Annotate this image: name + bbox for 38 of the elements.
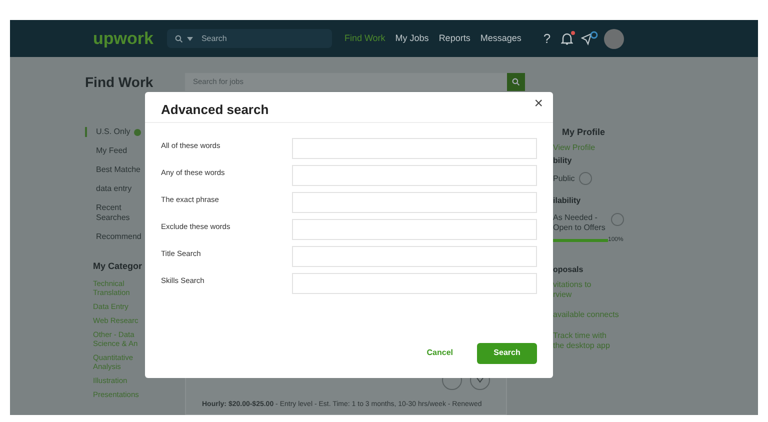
sidebar-item[interactable]: Recent Searches	[85, 203, 147, 223]
section-title: My Categor	[92, 260, 144, 273]
search-bar[interactable]: Search	[167, 29, 332, 48]
availability-value: As Needed - Open to Offers	[553, 213, 606, 233]
input-field[interactable]	[292, 246, 537, 267]
nav-link[interactable]: My Jobs	[395, 32, 429, 46]
help-link[interactable]: ?	[543, 28, 551, 48]
page-title: Find Work	[85, 75, 154, 89]
sidebar-item[interactable]: Recommend	[85, 232, 147, 242]
input-field[interactable]	[292, 273, 537, 294]
cancel-button[interactable]: Cancel	[418, 341, 461, 365]
input-field[interactable]	[292, 192, 537, 213]
close-button[interactable]: ×	[534, 96, 543, 111]
input-field[interactable]	[292, 165, 537, 186]
sidebar-item[interactable]: data entry	[85, 184, 147, 194]
logo[interactable]: upwork	[93, 30, 154, 47]
search-field[interactable]: Search	[201, 32, 322, 44]
profile-title: My Profile	[562, 127, 606, 137]
dialog-title: Advanced search	[161, 101, 269, 119]
input-field[interactable]	[292, 138, 537, 159]
input-field[interactable]	[292, 219, 537, 240]
nav-link[interactable]: Messages	[480, 32, 522, 46]
section-title: ilability	[553, 196, 582, 206]
visibility-value: Public	[553, 174, 575, 184]
sidebar-item[interactable]: Best Matche	[85, 165, 147, 175]
search-icon	[175, 34, 184, 42]
paper-plane-icon[interactable]	[580, 31, 598, 46]
nav-link[interactable]: Find Work	[344, 32, 386, 46]
caret-icon	[187, 36, 194, 40]
search-button[interactable]	[507, 73, 525, 91]
nav-link[interactable]: Reports	[438, 32, 470, 46]
avatar[interactable]	[604, 28, 624, 48]
sidebar-item[interactable]: My Feed	[85, 146, 147, 156]
search-icon	[512, 78, 520, 86]
section-title: bility	[553, 156, 573, 166]
search-submit-button[interactable]: Search	[477, 342, 537, 364]
section-title: oposals	[553, 265, 584, 275]
bell-icon[interactable]	[560, 32, 573, 45]
